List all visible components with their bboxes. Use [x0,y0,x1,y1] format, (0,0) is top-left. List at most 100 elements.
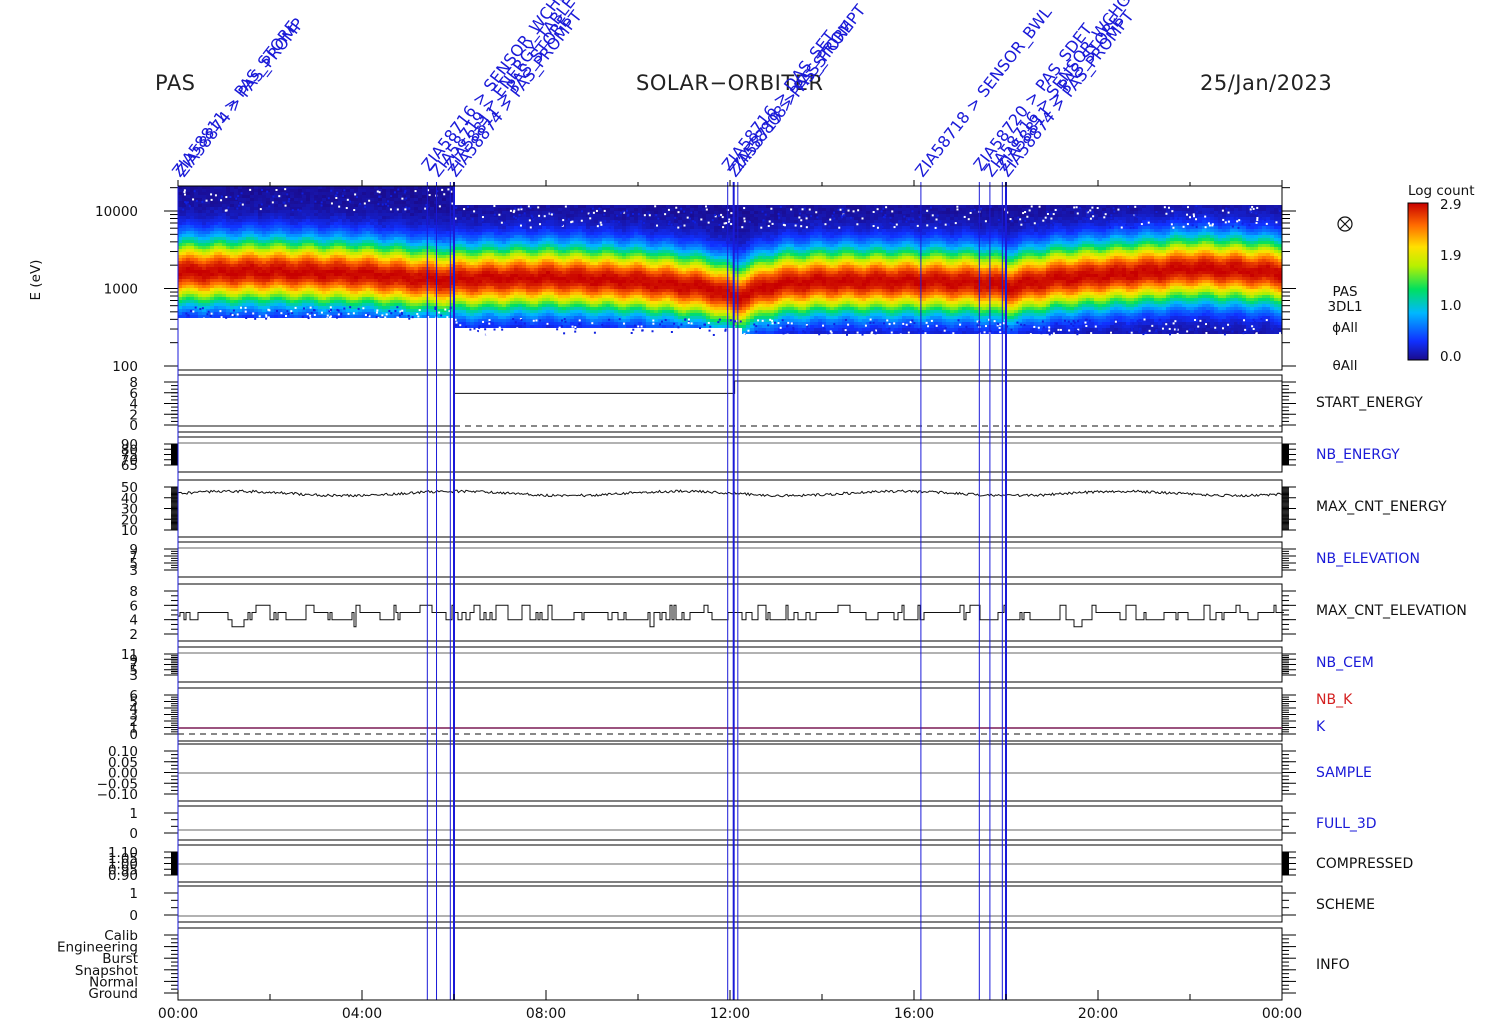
spectrogram-cell [286,189,290,192]
spectrogram-cell [546,289,550,292]
spectrogram-cell [342,258,346,261]
spectrogram-cell [354,270,358,273]
spectrogram-cell [578,313,582,316]
spectrogram-cell [598,280,602,283]
spectrogram-cell [622,226,626,229]
spectrogram-cell [438,291,442,294]
spectrogram-cell [382,282,386,285]
spectrogram-cell [242,213,246,216]
spectrogram-cell [178,198,182,201]
spectrogram-cell [494,274,498,277]
spectrogram-cell [522,253,526,256]
spectrogram-cell [542,271,546,274]
spectrogram-cell [422,267,426,270]
spectrogram-cell [218,243,222,246]
spectrogram-cell [378,276,382,279]
spectrogram-cell [542,289,546,292]
spectrogram-cell [446,255,450,258]
spectrogram-cell [186,309,190,312]
spectrogram-cell [182,297,186,300]
spectrogram-cell [198,243,202,246]
spectrogram-cell [282,288,286,291]
spectrogram-cell [286,306,290,309]
spectrogram-cell [526,211,530,214]
spectrogram-cell [230,303,234,306]
spectrogram-cell [362,255,366,258]
spectrogram-cell [502,298,506,301]
spectrogram-cell [342,228,346,231]
spectrogram-cell [206,276,210,279]
spectrogram-cell [546,223,550,226]
spectrogram-cell [582,301,586,304]
spectrogram-cell [310,204,314,207]
spectrogram-cell [622,205,626,208]
spectrogram-cell [198,270,202,273]
spectrogram-cell [586,322,590,325]
spectrogram-cell [302,204,306,207]
spectrogram-cell [206,213,210,216]
spectrogram-cell [178,213,182,216]
spectrogram-cell [222,291,226,294]
spectrogram-cell [550,289,554,292]
spectrogram-cell [294,219,298,222]
spectrogram-cell [270,273,274,276]
spectrogram-cell [418,225,422,228]
spectrogram-cell [326,261,330,264]
spectrogram-cell [218,189,222,192]
spectrogram-cell [642,274,646,277]
spectrogram-cell [298,216,302,219]
spectrogram-cell [194,219,198,222]
spectrogram-cell [538,295,542,298]
spectrogram-cell [546,238,550,241]
spectrogram-cell [526,226,530,229]
spectrogram-cell [254,237,258,240]
spectrogram-cell [190,261,194,264]
spectrogram-cell [494,307,498,310]
spectrogram-cell [202,207,206,210]
spectrogram-cell [638,283,642,286]
spectrogram-cell [390,294,394,297]
spectrogram-cell [226,279,230,282]
spectrogram-cell [406,210,410,213]
spectrogram-cell [234,219,238,222]
spectrogram-cell [402,273,406,276]
spectrogram-cell [602,253,606,256]
spectrogram-cell [342,225,346,228]
spectrogram-cell [498,310,502,313]
spectrogram-cell [502,271,506,274]
spectrogram-cell [638,277,642,280]
spectrogram-cell [570,301,574,304]
spectrogram-cell [494,259,498,262]
spectrogram-cell [298,261,302,264]
spectrogram-cell [634,259,638,262]
spectrogram-cell [282,216,286,219]
spectrogram-cell [534,256,538,259]
spectrogram-cell [202,228,206,231]
spectrogram-cell [182,315,186,318]
spectrogram-cell [214,210,218,213]
spectrogram-cell [574,301,578,304]
spectrogram-cell [474,244,478,247]
spectrogram-cell [430,282,434,285]
spectrogram-cell [446,294,450,297]
spectrogram-cell [554,220,558,223]
spectrogram-cell [458,211,462,214]
spectrogram-cell [326,291,330,294]
spectrogram-cell [194,288,198,291]
spectrogram-cell [458,271,462,274]
spectrogram-cell [374,243,378,246]
spectrogram-cell [422,231,426,234]
spectrogram-cell [418,276,422,279]
spectrogram-cell [606,214,610,217]
spectrogram-cell [234,297,238,300]
spectrogram-cell [386,306,390,309]
spectrogram-cell [350,198,354,201]
spectrogram-cell [550,298,554,301]
spectrogram-cell [534,211,538,214]
spectrogram-cell [286,225,290,228]
spectrogram-cell [410,264,414,267]
spectrogram-cell [318,297,322,300]
spectrogram-cell [390,231,394,234]
spectrogram-cell [286,285,290,288]
spectrogram-cell [622,232,626,235]
